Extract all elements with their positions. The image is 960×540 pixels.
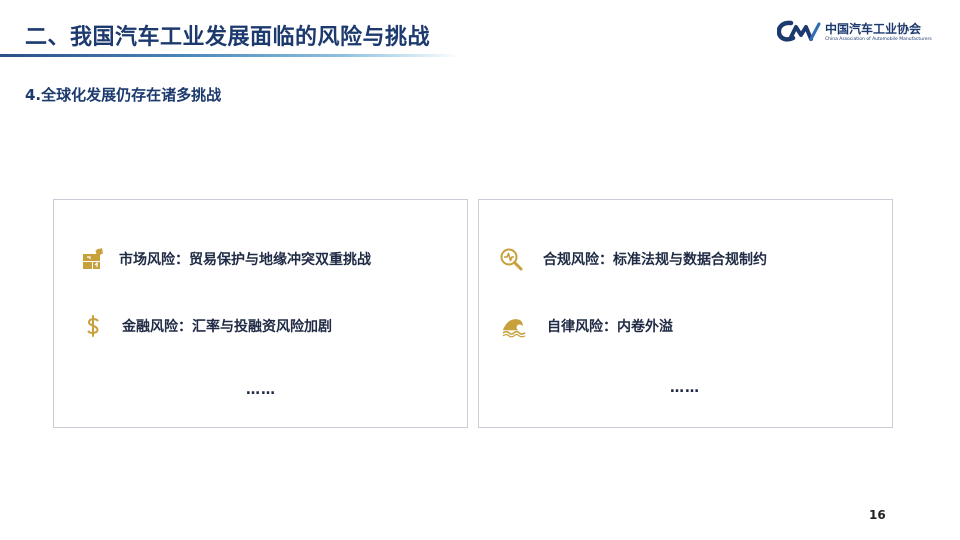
wave-icon [502, 319, 526, 338]
caam-logo-mark-icon [777, 20, 821, 42]
logo-chinese-name: 中国汽车工业协会 [825, 22, 922, 36]
page-title: 二、我国汽车工业发展面临的风险与挑战 [25, 25, 431, 50]
title-underline [0, 54, 460, 57]
risk-item-compliance: 合规风险：标准法规与数据合规制约 [499, 247, 859, 271]
puzzle-icon [83, 248, 103, 269]
magnifier-pulse-icon [500, 248, 523, 271]
risk-item-market: 市场风险：贸易保护与地缘冲突双重挑战 [81, 247, 441, 271]
more-ellipsis: …… [246, 382, 276, 398]
section-subtitle: 4.全球化发展仍存在诸多挑战 [25, 86, 222, 104]
risk-text: 合规风险：标准法规与数据合规制约 [543, 252, 767, 268]
more-ellipsis: …… [670, 380, 700, 396]
page-number: 16 [869, 508, 886, 522]
risk-item-self-discipline: 自律风险：内卷外溢 [502, 314, 862, 338]
risk-card-right: 合规风险：标准法规与数据合规制约 自律风险：内卷外溢 …… [478, 199, 893, 428]
logo-english-name: China Association of Automobile Manufact… [825, 37, 932, 42]
risk-item-finance: 金融风险：汇率与投融资风险加剧 [81, 314, 441, 338]
risk-text: 金融风险：汇率与投融资风险加剧 [122, 319, 332, 335]
risk-text: 市场风险：贸易保护与地缘冲突双重挑战 [119, 252, 371, 268]
slide: 二、我国汽车工业发展面临的风险与挑战 中国汽车工业协会 China Associ… [0, 0, 960, 540]
risk-card-left: 市场风险：贸易保护与地缘冲突双重挑战 金融风险：汇率与投融资风险加剧 …… [53, 199, 468, 428]
risk-text: 自律风险：内卷外溢 [547, 319, 673, 335]
dollar-icon [87, 315, 99, 337]
caam-logo: 中国汽车工业协会 China Association of Automobile… [777, 16, 942, 50]
